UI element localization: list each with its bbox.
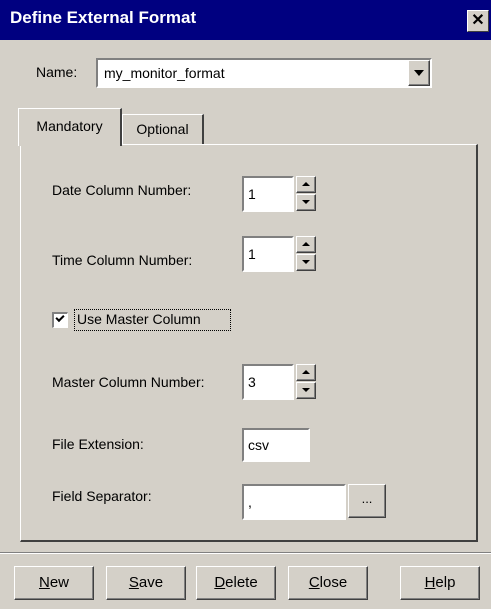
spin-up-icon: [302, 242, 310, 246]
close-window-button[interactable]: ✕: [467, 10, 489, 32]
field-separator-input[interactable]: ,: [242, 484, 346, 520]
help-button[interactable]: Help: [400, 566, 480, 600]
use-master-checkbox[interactable]: [52, 312, 68, 328]
spin-down-icon: [302, 200, 310, 204]
date-column-label: Date Column Number:: [52, 182, 192, 198]
help-accel: H: [424, 574, 436, 591]
close-label: lose: [319, 574, 348, 591]
field-separator-browse-button[interactable]: ...: [348, 484, 386, 518]
date-column-value: 1: [248, 186, 256, 202]
close-icon: ✕: [471, 12, 485, 29]
close-accel: C: [308, 574, 320, 591]
name-combobox[interactable]: my_monitor_format: [96, 58, 432, 88]
browse-label: ...: [361, 491, 373, 506]
master-column-spin-down[interactable]: [296, 382, 316, 399]
time-column-spin-down[interactable]: [296, 254, 316, 271]
spin-up-icon: [302, 370, 310, 374]
date-column-spin-down[interactable]: [296, 194, 316, 211]
field-separator-value: ,: [248, 494, 252, 510]
save-label: ave: [138, 574, 164, 591]
new-accel: N: [38, 574, 50, 591]
file-extension-label: File Extension:: [52, 436, 144, 452]
tab-mandatory[interactable]: Mandatory: [18, 108, 122, 146]
field-separator-label: Field Separator:: [52, 488, 152, 504]
chevron-down-icon: [414, 70, 424, 76]
close-button[interactable]: Close: [288, 566, 368, 600]
new-label: ew: [49, 574, 70, 591]
save-accel: S: [128, 574, 139, 591]
tab-optional[interactable]: Optional: [122, 114, 204, 144]
name-label: Name:: [36, 64, 78, 80]
title-bar[interactable]: Define External Format ✕: [0, 0, 491, 40]
master-column-spin-up[interactable]: [296, 364, 316, 381]
name-dropdown-button[interactable]: [408, 60, 430, 86]
spin-up-icon: [302, 182, 310, 186]
file-extension-input[interactable]: csv: [242, 428, 310, 462]
delete-accel: D: [214, 574, 226, 591]
spin-down-icon: [302, 260, 310, 264]
define-external-format-dialog: Define External Format ✕ Name: my_monito…: [0, 0, 491, 609]
file-extension-value: csv: [248, 437, 269, 453]
time-column-value: 1: [248, 246, 256, 262]
date-column-spin-up[interactable]: [296, 176, 316, 193]
name-value: my_monitor_format: [104, 65, 225, 81]
master-column-label: Master Column Number:: [52, 374, 205, 390]
window-title: Define External Format: [10, 8, 197, 27]
help-label: elp: [435, 574, 456, 591]
time-column-label: Time Column Number:: [52, 252, 193, 268]
tab-mandatory-label: Mandatory: [36, 118, 103, 134]
check-icon: [55, 312, 65, 323]
time-column-input[interactable]: 1: [242, 236, 294, 272]
master-column-value: 3: [248, 374, 256, 390]
delete-label: elete: [225, 574, 258, 591]
new-button[interactable]: New: [14, 566, 94, 600]
button-separator: [0, 552, 491, 554]
master-column-input[interactable]: 3: [242, 364, 294, 400]
use-master-label[interactable]: Use Master Column: [77, 311, 201, 327]
delete-button[interactable]: Delete: [196, 566, 276, 600]
date-column-input[interactable]: 1: [242, 176, 294, 212]
tab-optional-label: Optional: [136, 121, 189, 137]
spin-down-icon: [302, 388, 310, 392]
time-column-spin-up[interactable]: [296, 236, 316, 253]
save-button[interactable]: Save: [106, 566, 186, 600]
